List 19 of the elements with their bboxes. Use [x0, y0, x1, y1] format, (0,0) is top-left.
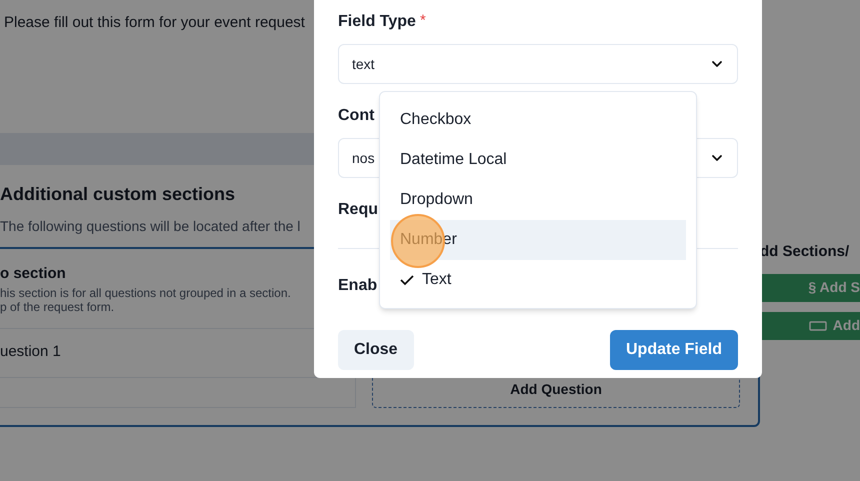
intro-text: Please fill out this form for your event request: [4, 13, 305, 33]
section-subtitle: The following questions will be located after the l: [0, 217, 300, 236]
select-value: text: [352, 54, 375, 74]
question-label: uestion 1: [0, 342, 61, 362]
select-value: nos: [352, 148, 375, 168]
panel-description: his section is for all questions not grouped in a section.: [0, 286, 291, 300]
input-icon: [808, 320, 827, 330]
update-button[interactable]: Update Field: [610, 330, 738, 370]
section-heading: Additional custom sections: [0, 183, 236, 206]
select-field[interactable]: text: [338, 44, 738, 84]
field-label: Field Type: [338, 12, 416, 32]
required-mark: *: [420, 11, 426, 31]
check-icon: [400, 274, 414, 286]
field-label: Enab: [338, 276, 378, 296]
close-button[interactable]: Close: [338, 330, 414, 370]
field-label: Cont: [338, 106, 374, 126]
field-label: Requ: [338, 200, 378, 220]
panel-title: o section: [0, 264, 66, 284]
panel-description: p of the request form.: [0, 300, 114, 314]
